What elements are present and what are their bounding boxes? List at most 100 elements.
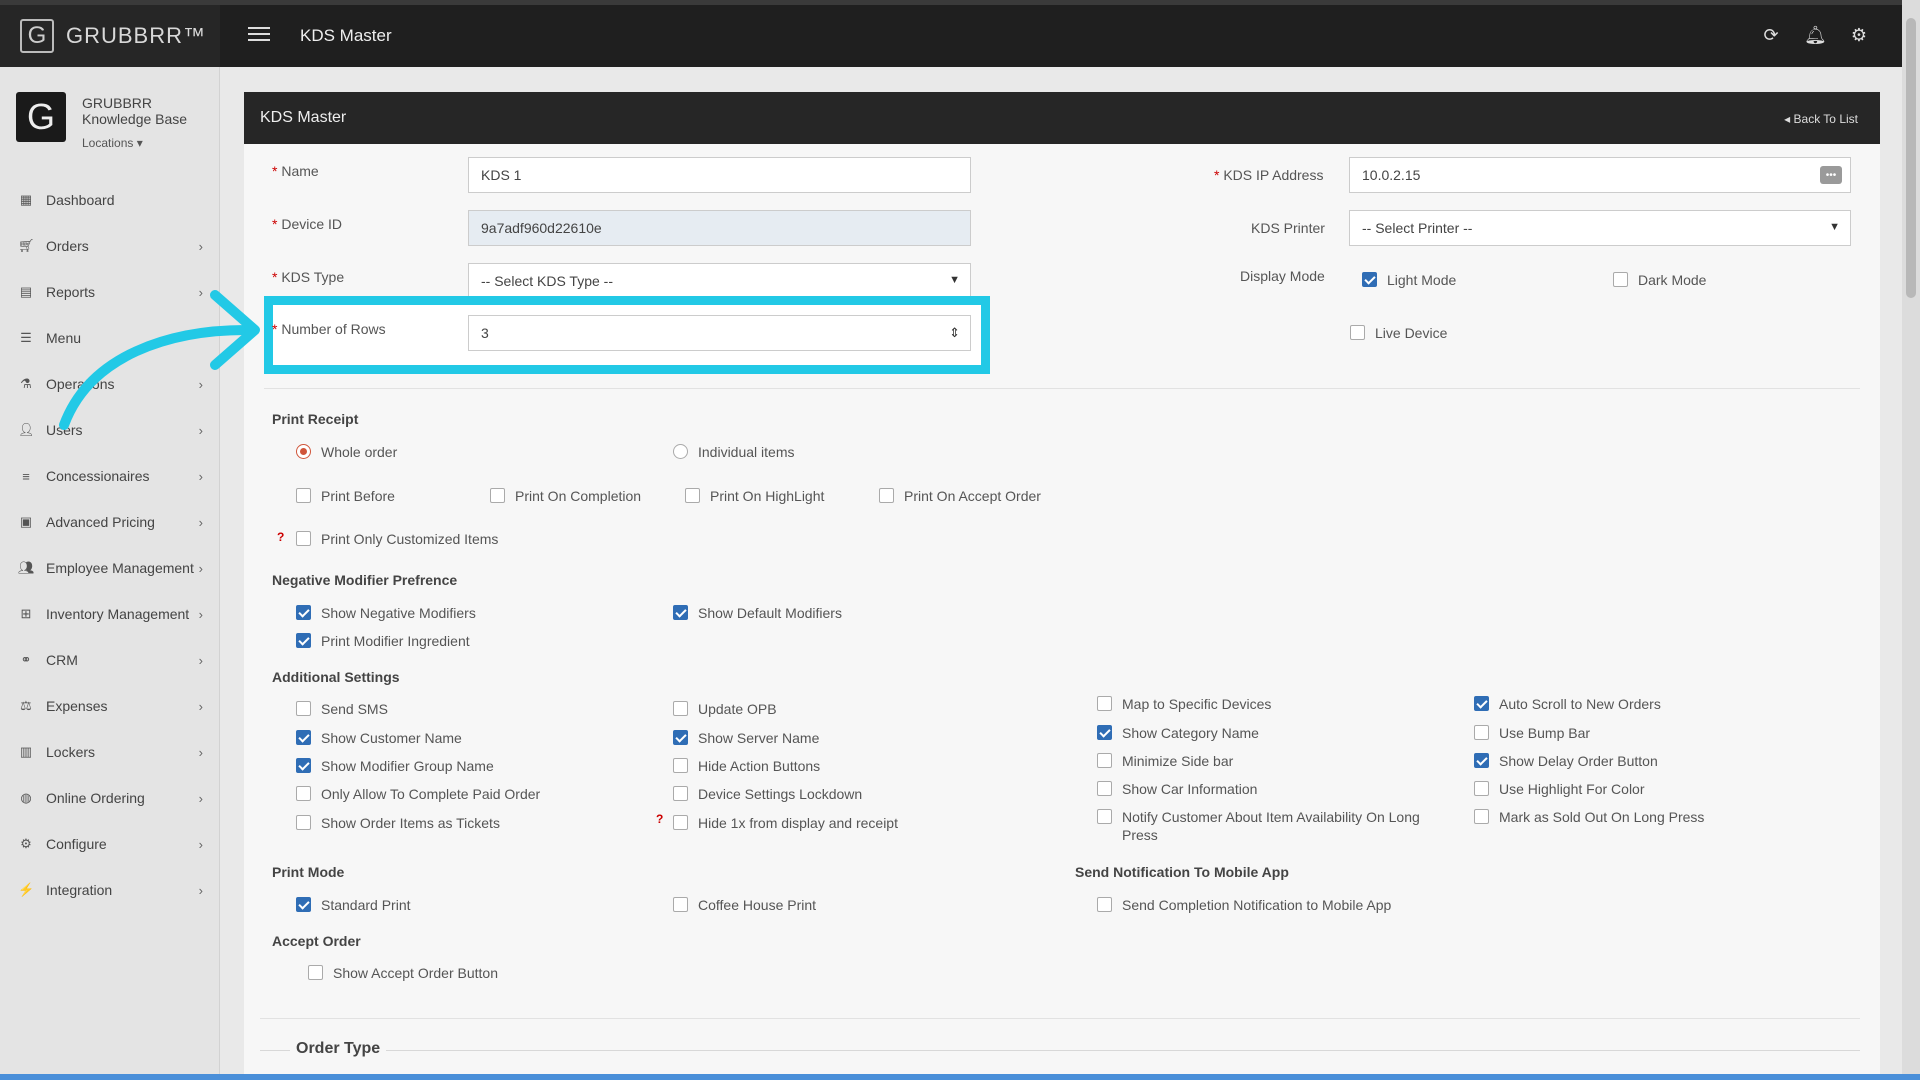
name-label-text: Name <box>281 163 319 179</box>
scroll-thumb[interactable] <box>1906 18 1916 298</box>
sidebar-item-orders[interactable]: 🛒︎ Orders › <box>0 223 219 269</box>
notify-customer-checkbox[interactable]: Notify Customer About Item Availability … <box>1097 808 1437 844</box>
gear-icon[interactable]: ⚙ <box>1848 25 1870 46</box>
chevron-right-icon: › <box>198 606 203 622</box>
update-opb-checkbox[interactable]: Update OPB <box>673 700 777 718</box>
users-icon: 👤︎ <box>18 422 35 437</box>
chevron-down-icon: ▼ <box>949 274 960 286</box>
sidebar-item-lockers[interactable]: ▥ Lockers › <box>0 729 219 775</box>
number-of-rows-value: 3 <box>481 325 489 341</box>
hamburger-menu-icon[interactable] <box>248 27 270 43</box>
use-bump-bar-checkbox[interactable]: Use Bump Bar <box>1474 724 1590 742</box>
sidebar-item-crm[interactable]: ⚭ CRM › <box>0 637 219 683</box>
help-icon[interactable]: ? <box>277 530 284 544</box>
bottom-bar <box>0 1074 1920 1080</box>
link-icon: ⚭ <box>20 652 32 667</box>
kds-ip-input[interactable]: 10.0.2.15 ••• <box>1349 157 1851 193</box>
profile-name: GRUBBRR Knowledge Base <box>82 95 188 127</box>
sidebar-item-label: Advanced Pricing <box>46 514 155 530</box>
chevron-right-icon: › <box>198 836 203 852</box>
scrollbar[interactable] <box>1902 0 1920 1075</box>
hide-1x-checkbox[interactable]: Hide 1x from display and receipt <box>673 814 898 832</box>
number-of-rows-input[interactable]: 3 ⇕ <box>468 315 971 351</box>
more-icon[interactable]: ••• <box>1820 166 1842 184</box>
show-server-name-label: Show Server Name <box>698 730 820 746</box>
show-accept-order-checkbox[interactable]: Show Accept Order Button <box>308 964 498 982</box>
print-on-completion-checkbox[interactable]: Print On Completion <box>490 487 641 505</box>
sidebar-item-advanced-pricing[interactable]: ▣ Advanced Pricing › <box>0 499 219 545</box>
whole-order-radio[interactable]: Whole order <box>296 443 397 461</box>
device-lockdown-label: Device Settings Lockdown <box>698 786 863 802</box>
auto-scroll-checkbox[interactable]: Auto Scroll to New Orders <box>1474 695 1661 713</box>
map-devices-checkbox[interactable]: Map to Specific Devices <box>1097 695 1271 713</box>
spinner-icon[interactable]: ⇕ <box>949 325 960 341</box>
order-tickets-checkbox[interactable]: Show Order Items as Tickets <box>296 814 500 832</box>
negative-modifier-title: Negative Modifier Prefrence <box>272 572 458 588</box>
sidebar-item-concessionaires[interactable]: ≡ Concessionaires › <box>0 453 219 499</box>
show-default-modifiers-checkbox[interactable]: Show Default Modifiers <box>673 604 842 622</box>
sidebar-item-inventory-management[interactable]: ⊞ Inventory Management › <box>0 591 219 637</box>
sidebar-item-integration[interactable]: ⚡ Integration › <box>0 867 219 913</box>
print-before-checkbox[interactable]: Print Before <box>296 487 395 505</box>
show-modifier-group-label: Show Modifier Group Name <box>321 758 494 774</box>
back-to-list-link[interactable]: ◂ Back To List <box>1784 112 1858 126</box>
chevron-right-icon: › <box>198 882 203 898</box>
print-on-accept-order-checkbox[interactable]: Print On Accept Order <box>879 487 1041 505</box>
send-sms-label: Send SMS <box>321 701 388 717</box>
chevron-right-icon: › <box>198 468 203 484</box>
individual-items-radio[interactable]: Individual items <box>673 443 795 461</box>
print-on-highlight-checkbox[interactable]: Print On HighLight <box>685 487 824 505</box>
sidebar-item-expenses[interactable]: ⚖ Expenses › <box>0 683 219 729</box>
sidebar-item-dashboard[interactable]: ▦ Dashboard <box>0 177 219 223</box>
show-server-name-checkbox[interactable]: Show Server Name <box>673 729 819 747</box>
sidebar-item-employee-management[interactable]: 👥︎ Employee Management › <box>0 545 219 591</box>
light-mode-label: Light Mode <box>1387 272 1457 288</box>
help-icon[interactable]: ? <box>656 812 663 826</box>
device-lockdown-checkbox[interactable]: Device Settings Lockdown <box>673 785 862 803</box>
profile: G GRUBBRR Knowledge Base Locations ▾ <box>0 67 219 177</box>
completion-notification-label: Send Completion Notification to Mobile A… <box>1122 897 1392 913</box>
mark-sold-out-checkbox[interactable]: Mark as Sold Out On Long Press <box>1474 808 1704 826</box>
locations-dropdown[interactable]: Locations ▾ <box>82 136 143 150</box>
sidebar-item-online-ordering[interactable]: ◍ Online Ordering › <box>0 775 219 821</box>
minimize-side-bar-checkbox[interactable]: Minimize Side bar <box>1097 752 1233 770</box>
show-category-name-checkbox[interactable]: Show Category Name <box>1097 724 1259 742</box>
device-id-label: * Device ID <box>272 216 343 232</box>
refresh-icon[interactable]: ⟳ <box>1760 25 1782 46</box>
pricing-icon: ▣ <box>19 514 33 529</box>
order-type-fieldset-border <box>260 1050 1860 1051</box>
bell-icon[interactable]: 🔔︎ <box>1804 25 1827 46</box>
standard-print-checkbox[interactable]: Standard Print <box>296 896 411 914</box>
sidebar-item-label: Configure <box>46 836 107 852</box>
kds-type-select[interactable]: -- Select KDS Type -- ▼ <box>468 263 971 299</box>
highlight-color-checkbox[interactable]: Use Highlight For Color <box>1474 780 1645 798</box>
show-negative-modifiers-checkbox[interactable]: Show Negative Modifiers <box>296 604 476 622</box>
dark-mode-checkbox[interactable]: Dark Mode <box>1613 271 1706 289</box>
kds-printer-select[interactable]: -- Select Printer -- ▼ <box>1349 210 1851 246</box>
report-icon: ▤ <box>19 284 33 299</box>
dark-mode-label: Dark Mode <box>1638 272 1707 288</box>
print-modifier-ingredient-checkbox[interactable]: Print Modifier Ingredient <box>296 632 470 650</box>
device-id-input[interactable]: 9a7adf960d22610e <box>468 210 971 246</box>
sidebar-item-label: Employee Management <box>46 560 194 576</box>
send-sms-checkbox[interactable]: Send SMS <box>296 700 388 718</box>
completion-notification-checkbox[interactable]: Send Completion Notification to Mobile A… <box>1097 896 1391 914</box>
live-device-checkbox[interactable]: Live Device <box>1350 324 1447 342</box>
brand-logo[interactable]: G GRUBBRR™ <box>0 5 220 67</box>
only-paid-order-checkbox[interactable]: Only Allow To Complete Paid Order <box>296 785 540 803</box>
print-only-customized-checkbox[interactable]: Print Only Customized Items <box>296 530 498 548</box>
sidebar-item-configure[interactable]: ⚙ Configure › <box>0 821 219 867</box>
name-input[interactable]: KDS 1 <box>468 157 971 193</box>
show-delay-order-checkbox[interactable]: Show Delay Order Button <box>1474 752 1658 770</box>
light-mode-checkbox[interactable]: Light Mode <box>1362 271 1456 289</box>
coffee-house-print-checkbox[interactable]: Coffee House Print <box>673 896 816 914</box>
map-devices-label: Map to Specific Devices <box>1122 696 1272 712</box>
pointer-arrow-icon <box>59 290 260 430</box>
show-car-info-checkbox[interactable]: Show Car Information <box>1097 780 1257 798</box>
chevron-right-icon: › <box>198 698 203 714</box>
show-modifier-group-checkbox[interactable]: Show Modifier Group Name <box>296 757 494 775</box>
print-mode-title: Print Mode <box>272 864 345 880</box>
hide-action-buttons-checkbox[interactable]: Hide Action Buttons <box>673 757 820 775</box>
show-customer-name-checkbox[interactable]: Show Customer Name <box>296 729 462 747</box>
notify-customer-label: Notify Customer About Item Availability … <box>1122 809 1420 843</box>
